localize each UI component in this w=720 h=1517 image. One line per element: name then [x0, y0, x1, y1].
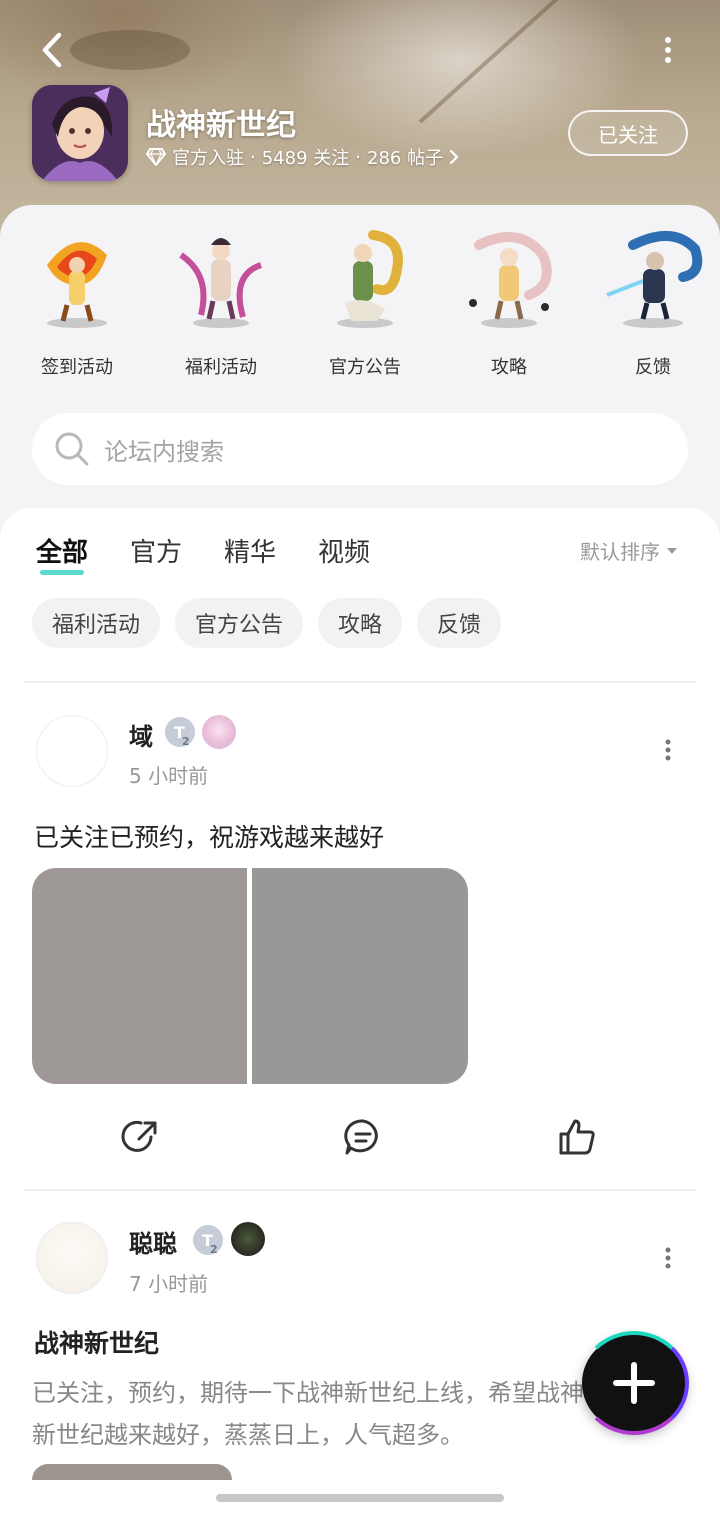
post-text: 已关注已预约，祝游戏越来越好: [34, 823, 385, 852]
category-list: 签到活动 福利活动 官方公告 攻略 反馈: [0, 225, 720, 379]
feed-tabs: 全部 官方 精华 视频: [36, 532, 370, 575]
meta-separator: ·: [250, 146, 256, 168]
more-vertical-icon: [665, 37, 671, 63]
post-image[interactable]: [32, 1464, 232, 1480]
comment-icon: [344, 1119, 378, 1155]
followers-count: 5489 关注: [261, 148, 350, 169]
category-label: 签到活动: [41, 357, 113, 378]
chip-welfare[interactable]: 福利活动: [32, 598, 161, 648]
meta-separator: ·: [355, 146, 361, 168]
post-more-button[interactable]: [653, 1241, 683, 1275]
search-icon: [55, 432, 89, 466]
comment-button[interactable]: [338, 1112, 388, 1162]
game-logo-art: [32, 85, 128, 181]
thumbs-up-icon: [559, 1119, 595, 1155]
like-button[interactable]: [552, 1112, 602, 1162]
tab-featured[interactable]: 精华: [224, 532, 276, 569]
svg-text:2: 2: [210, 1243, 218, 1255]
category-label: 福利活动: [185, 357, 257, 378]
tab-all[interactable]: 全部: [36, 532, 88, 575]
home-indicator[interactable]: [216, 1494, 504, 1502]
post-title: 战神新世纪: [34, 1329, 160, 1358]
level-badge: T 2: [165, 717, 195, 747]
post-time: 5 小时前: [129, 764, 209, 788]
create-post-button[interactable]: [579, 1331, 689, 1435]
official-label: 官方入驻: [172, 148, 244, 169]
category-label: 攻略: [491, 357, 527, 378]
plus-icon: [613, 1362, 655, 1404]
category-guide[interactable]: 攻略: [442, 225, 576, 379]
more-vertical-icon: [665, 739, 671, 761]
dragon-warrior-icon: [337, 230, 403, 328]
share-button[interactable]: [116, 1112, 166, 1162]
share-icon: [121, 1120, 157, 1152]
avatar[interactable]: [36, 1222, 108, 1294]
divider: [24, 1189, 696, 1191]
chevron-right-icon: [449, 149, 459, 165]
post-excerpt: 已关注，预约，期待一下战神新世纪上线，希望战神新世纪越来越好，蒸蒸日上，人气超多…: [32, 1379, 584, 1449]
filter-chips: 福利活动 官方公告 攻略 反馈: [32, 598, 502, 648]
character-badge-icon: [202, 715, 236, 749]
category-label: 反馈: [635, 357, 671, 378]
caret-down-icon: [667, 547, 677, 554]
post-time: 7 小时前: [129, 1272, 209, 1296]
category-feedback[interactable]: 反馈: [586, 225, 720, 379]
search-placeholder: 论坛内搜索: [104, 437, 224, 466]
post-author[interactable]: 域: [129, 717, 153, 752]
diamond-icon: [146, 148, 166, 166]
post-image[interactable]: [32, 868, 247, 1084]
blue-dragon-icon: [606, 230, 703, 328]
follow-button[interactable]: 已关注: [568, 110, 688, 156]
white-dragon-icon: [469, 232, 552, 328]
avatar[interactable]: [36, 715, 108, 787]
sort-dropdown[interactable]: 默认排序: [580, 536, 678, 565]
post-image[interactable]: [252, 868, 468, 1084]
post-more-button[interactable]: [653, 733, 683, 767]
chip-announcement[interactable]: 官方公告: [175, 598, 304, 648]
level-badge-icon: T 2: [202, 1231, 218, 1255]
category-welfare[interactable]: 福利活动: [154, 225, 288, 379]
banner-art-spear: [418, 0, 615, 124]
game-title: 战神新世纪: [146, 108, 296, 143]
sort-label: 默认排序: [580, 540, 660, 564]
more-options-button[interactable]: [648, 32, 688, 68]
game-logo: [32, 85, 128, 181]
divider: [24, 681, 696, 683]
search-input[interactable]: 论坛内搜索: [32, 413, 688, 485]
pink-dancer-icon: [179, 238, 263, 328]
category-panel: 签到活动 福利活动 官方公告 攻略 反馈 论坛内搜索: [0, 205, 720, 535]
category-checkin[interactable]: 签到活动: [10, 225, 144, 379]
post-author[interactable]: 聪聪: [129, 1224, 177, 1259]
level-badge-icon: T 2: [174, 723, 190, 747]
back-icon: [42, 32, 62, 68]
category-announcement[interactable]: 官方公告: [298, 225, 432, 379]
category-label: 官方公告: [329, 357, 401, 378]
helmet-badge-icon: [231, 1222, 265, 1256]
back-button[interactable]: [30, 28, 74, 72]
tab-video[interactable]: 视频: [318, 532, 370, 569]
game-meta[interactable]: 官方入驻 · 5489 关注 · 286 帖子: [146, 144, 459, 170]
level-badge: T 2: [193, 1225, 223, 1255]
chip-guide[interactable]: 攻略: [318, 598, 403, 648]
fire-warrior-icon: [47, 242, 107, 328]
banner-art-horse: [70, 30, 190, 70]
posts-count: 286 帖子: [367, 148, 444, 169]
tab-official[interactable]: 官方: [130, 532, 182, 569]
more-vertical-icon: [665, 1247, 671, 1269]
chip-feedback[interactable]: 反馈: [417, 598, 502, 648]
svg-text:2: 2: [182, 735, 190, 747]
